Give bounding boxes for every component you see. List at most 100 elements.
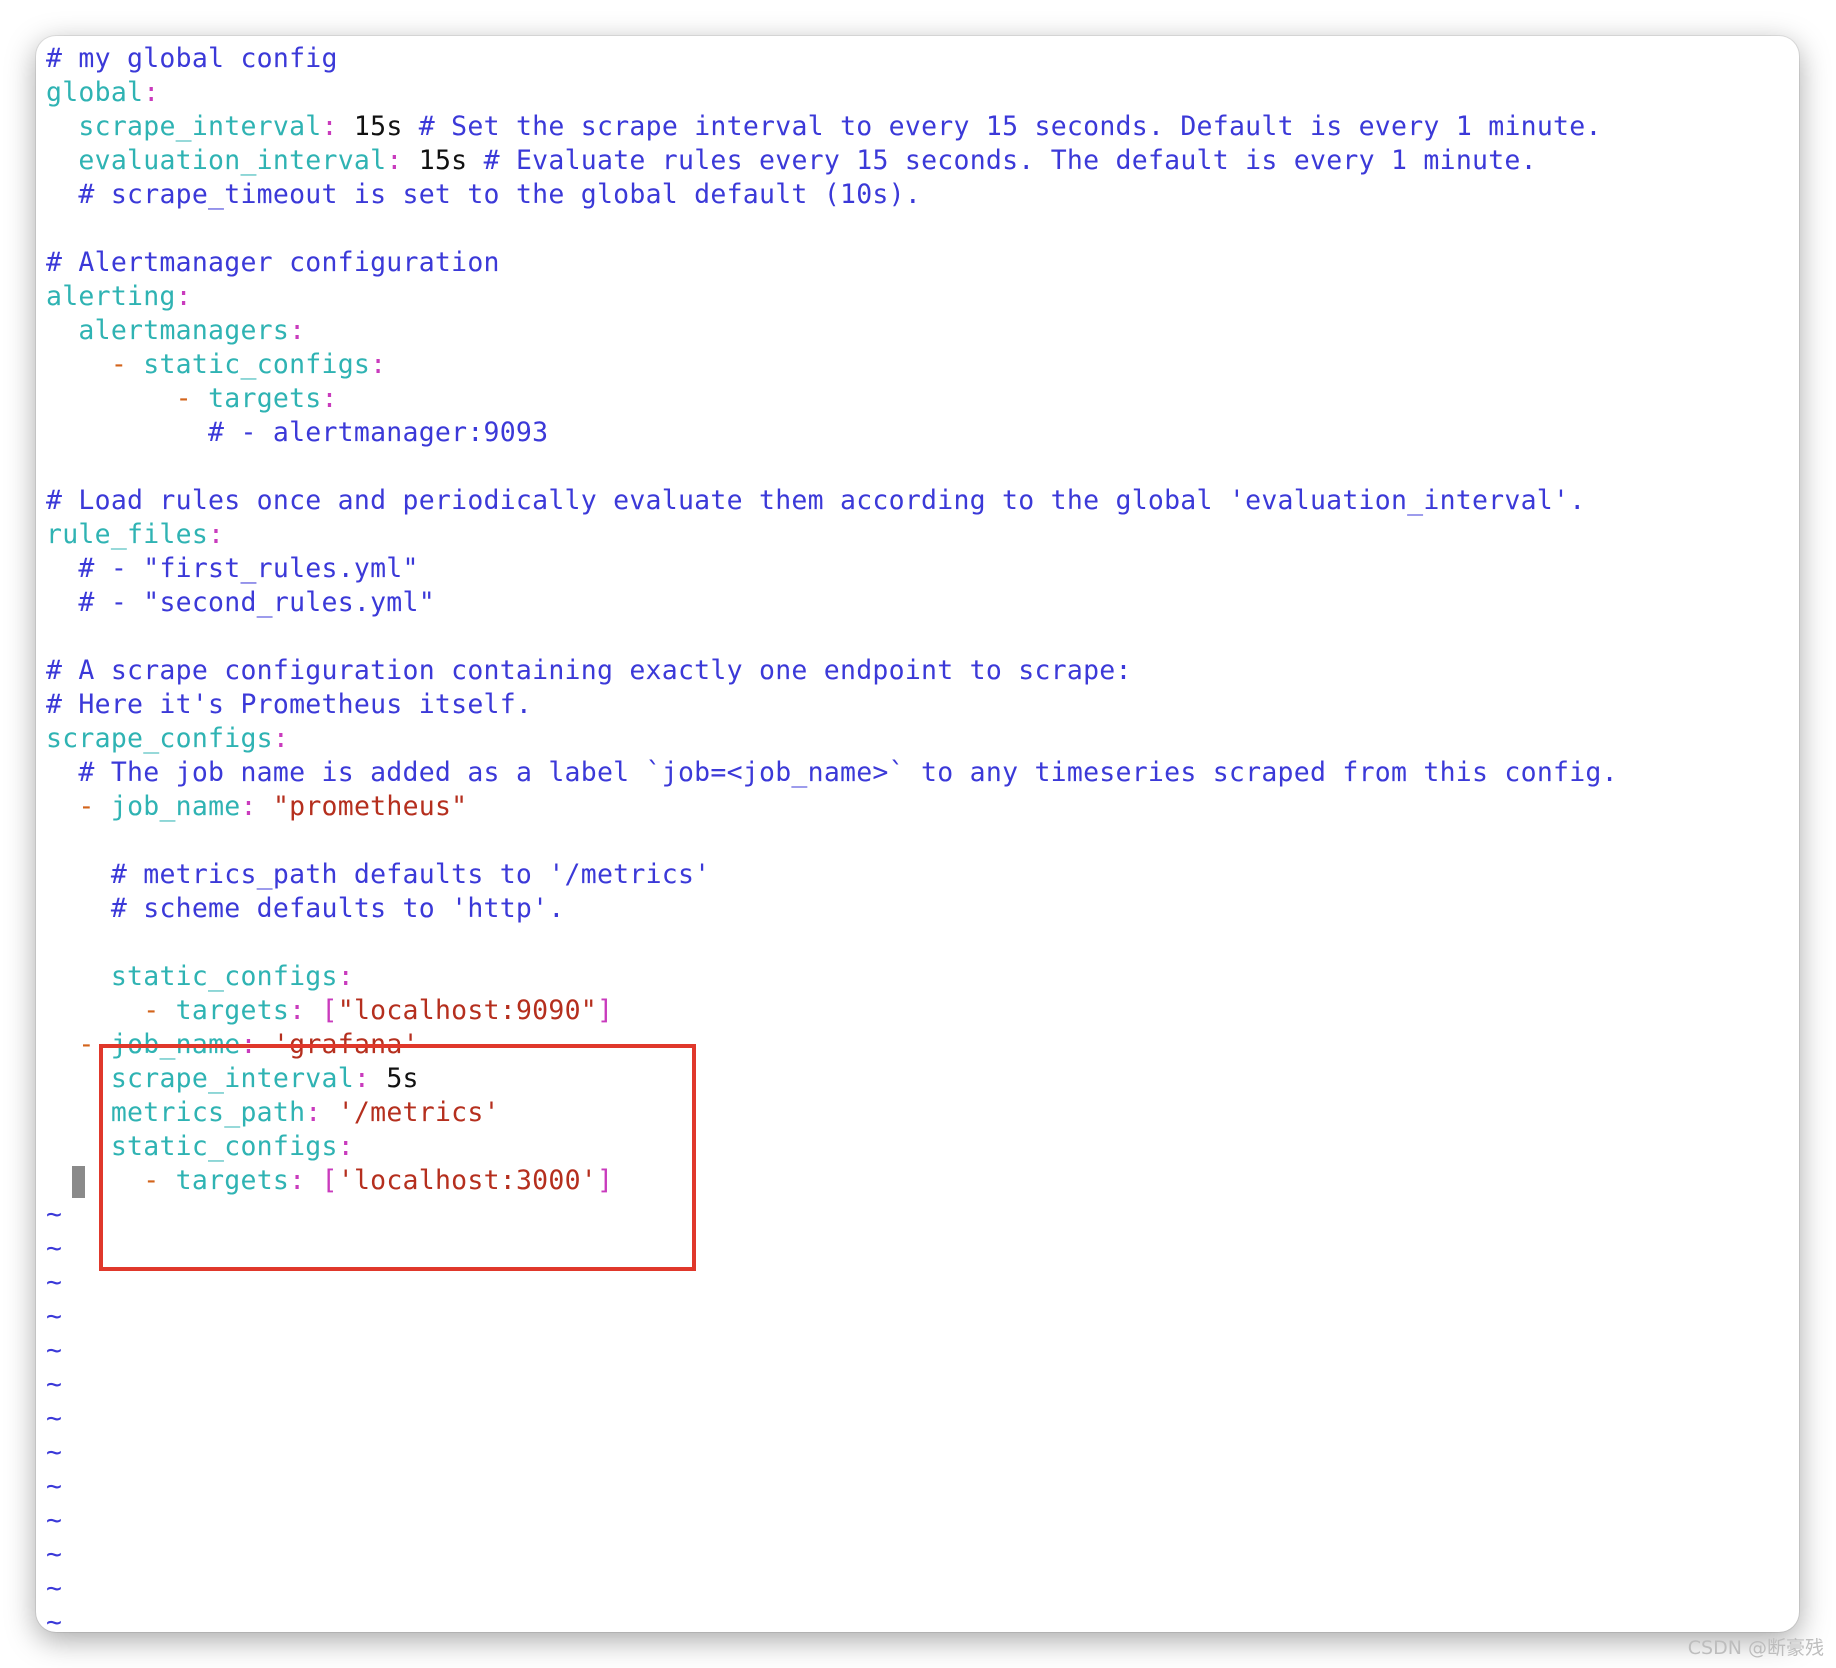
code-token-dash: - <box>110 349 128 380</box>
empty-line-tilde[interactable]: ~ <box>46 1572 1799 1606</box>
empty-line-tilde[interactable]: ~ <box>46 1504 1799 1538</box>
code-line[interactable] <box>46 824 1799 858</box>
code-line[interactable]: metrics_path: '/metrics' <box>46 1096 1799 1130</box>
empty-line-tilde[interactable]: ~ <box>46 1402 1799 1436</box>
text-cursor <box>72 1166 85 1198</box>
empty-line-tilde[interactable]: ~ <box>46 1368 1799 1402</box>
code-token-comment: # Evaluate rules every 15 seconds. The d… <box>483 145 1537 176</box>
code-token-comment: # - "first_rules.yml" <box>78 553 419 584</box>
empty-line-tilde[interactable]: ~ <box>46 1266 1799 1300</box>
empty-line-tilde[interactable]: ~ <box>46 1232 1799 1266</box>
code-token-punct: : <box>240 1029 257 1060</box>
code-line[interactable]: scrape_interval: 5s <box>46 1062 1799 1096</box>
code-line[interactable]: - static_configs: <box>46 348 1799 382</box>
code-token-key: targets <box>175 995 290 1026</box>
empty-line-tilde[interactable]: ~ <box>46 1436 1799 1470</box>
code-token-key: metrics_path <box>110 1097 306 1128</box>
code-token-key: targets <box>175 1165 290 1196</box>
empty-line-tilde[interactable]: ~ <box>46 1606 1799 1632</box>
code-token-key: static_configs <box>143 349 371 380</box>
code-line[interactable]: - targets: ['localhost:3000'] <box>46 1164 1799 1198</box>
code-token-punct: : <box>289 315 306 346</box>
code-token-punct: : <box>208 519 225 550</box>
code-line[interactable] <box>46 620 1799 654</box>
empty-line-tilde[interactable]: ~ <box>46 1538 1799 1572</box>
terminal-window: # my global config global: scrape_interva… <box>36 36 1799 1632</box>
code-line[interactable]: - targets: <box>46 382 1799 416</box>
code-token-comment: # The job name is added as a label `job=… <box>78 757 1618 788</box>
code-token-punct: : <box>370 349 387 380</box>
code-line[interactable] <box>46 926 1799 960</box>
empty-line-tilde[interactable]: ~ <box>46 1300 1799 1334</box>
code-line[interactable]: # A scrape configuration containing exac… <box>46 654 1799 688</box>
code-token-str: "localhost:9090" <box>337 995 598 1026</box>
code-token-tilde: ~ <box>46 1369 63 1400</box>
code-line[interactable]: # metrics_path defaults to '/metrics' <box>46 858 1799 892</box>
code-line[interactable]: # Load rules once and periodically evalu… <box>46 484 1799 518</box>
empty-line-tilde[interactable]: ~ <box>46 1334 1799 1368</box>
code-line[interactable]: static_configs: <box>46 960 1799 994</box>
code-line[interactable]: - job_name: 'grafana' <box>46 1028 1799 1062</box>
code-line[interactable]: # scheme defaults to 'http'. <box>46 892 1799 926</box>
code-line[interactable]: global: <box>46 76 1799 110</box>
code-token-tilde: ~ <box>46 1437 63 1468</box>
code-line[interactable]: # Here it's Prometheus itself. <box>46 688 1799 722</box>
code-line[interactable]: # Alertmanager configuration <box>46 246 1799 280</box>
code-line[interactable] <box>46 450 1799 484</box>
watermark: CSDN @断豪残 <box>1687 1637 1824 1659</box>
code-token-comment: # Here it's Prometheus itself. <box>46 689 533 720</box>
code-line[interactable]: - targets: ["localhost:9090"] <box>46 994 1799 1028</box>
code-token-tilde: ~ <box>46 1233 63 1264</box>
code-token-key: scrape_configs <box>46 723 273 754</box>
code-line[interactable]: scrape_interval: 15s # Set the scrape in… <box>46 110 1799 144</box>
code-line[interactable]: # scrape_timeout is set to the global de… <box>46 178 1799 212</box>
code-line[interactable] <box>46 212 1799 246</box>
code-token-punct: ] <box>597 1165 614 1196</box>
code-token-plain: 15s <box>402 145 484 176</box>
code-line[interactable]: rule_files: <box>46 518 1799 552</box>
code-line[interactable]: # - "first_rules.yml" <box>46 552 1799 586</box>
code-token-dash: - <box>175 383 192 414</box>
code-line[interactable]: # - "second_rules.yml" <box>46 586 1799 620</box>
code-token-comment: # Load rules once and periodically evalu… <box>46 485 1586 516</box>
code-token-dash: - <box>78 1029 95 1060</box>
code-token-key: scrape_interval <box>110 1063 354 1094</box>
code-line[interactable]: alerting: <box>46 280 1799 314</box>
code-line[interactable]: evaluation_interval: 15s # Evaluate rule… <box>46 144 1799 178</box>
vim-editor-buffer[interactable]: # my global config global: scrape_interva… <box>46 42 1799 1632</box>
code-token-punct: : <box>272 723 290 754</box>
code-line[interactable]: scrape_configs: <box>46 722 1799 756</box>
code-token-comment: # - alertmanager:9093 <box>208 417 549 448</box>
code-token-comment: # A scrape configuration containing exac… <box>46 655 1132 686</box>
code-line[interactable]: # The job name is added as a label `job=… <box>46 756 1799 790</box>
code-token-tilde: ~ <box>46 1573 63 1604</box>
code-token-punct: : <box>143 77 160 108</box>
empty-line-tilde[interactable]: ~ <box>46 1470 1799 1504</box>
code-line[interactable]: static_configs: <box>46 1130 1799 1164</box>
empty-line-tilde[interactable]: ~ <box>46 1198 1799 1232</box>
code-line[interactable]: alertmanagers: <box>46 314 1799 348</box>
code-line[interactable]: - job_name: "prometheus" <box>46 790 1799 824</box>
code-token-punct: : <box>386 145 403 176</box>
code-token-key: alertmanagers <box>78 315 290 346</box>
code-token-dash: - <box>143 995 160 1026</box>
code-line[interactable]: # my global config <box>46 42 1799 76</box>
code-line[interactable]: # - alertmanager:9093 <box>46 416 1799 450</box>
code-token-key: global <box>46 77 144 108</box>
